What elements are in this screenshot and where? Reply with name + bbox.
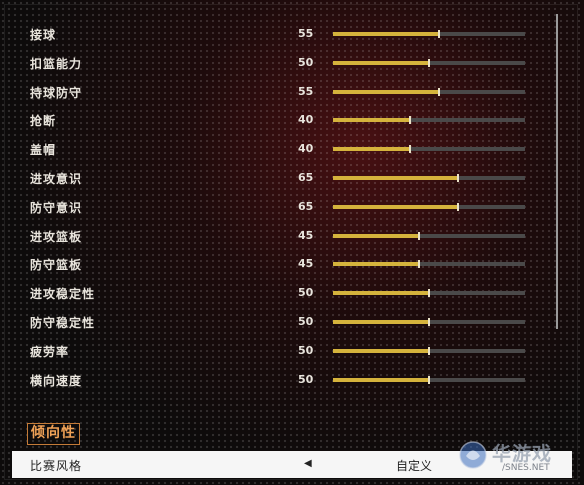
attribute-label: 持球防守 [30, 85, 83, 100]
slider-fill [333, 60, 429, 65]
attribute-label: 盖帽 [30, 143, 57, 158]
slider-handle[interactable] [456, 174, 459, 182]
attribute-label: 扣篮能力 [30, 56, 83, 71]
attribute-value: 50 [298, 343, 314, 357]
attribute-slider[interactable] [333, 346, 525, 355]
attribute-slider[interactable] [333, 87, 525, 96]
slider-handle[interactable] [456, 202, 459, 211]
scrollbar[interactable] [556, 14, 558, 329]
attribute-slider[interactable] [333, 318, 525, 326]
attribute-row[interactable]: 扣篮能力 50 [0, 51, 540, 75]
attribute-value: 65 [298, 199, 314, 213]
attribute-row[interactable]: 进攻意识 65 [0, 166, 540, 190]
attribute-label: 防守篮板 [30, 258, 83, 273]
slider-fill [333, 233, 420, 238]
slider-handle[interactable] [428, 58, 430, 67]
attribute-value: 40 [298, 113, 314, 127]
attribute-value: 50 [298, 286, 314, 300]
slider-handle[interactable] [428, 375, 430, 384]
attribute-label: 进攻稳定性 [30, 287, 96, 302]
attribute-row[interactable]: 抢断 40 [0, 108, 540, 132]
attribute-row[interactable]: 进攻稳定性 50 [0, 281, 540, 305]
attribute-value: 45 [298, 228, 314, 242]
attribute-row[interactable]: 持球防守 55 [0, 80, 540, 104]
attribute-row[interactable]: 横向速度 50 [0, 368, 540, 392]
attribute-slider[interactable] [333, 202, 525, 211]
attribute-value: 55 [298, 84, 314, 98]
settings-screen: 接球 55 扣篮能力 50 持球防守 55 抢断 40 盖帽 40 进攻意识 65 防守意识 65 进攻篮板… [0, 0, 584, 485]
attribute-label: 进攻篮板 [30, 229, 83, 244]
slider-fill [333, 377, 429, 382]
attribute-row[interactable]: 接球 55 [0, 22, 540, 46]
attribute-label: 防守意识 [30, 200, 83, 215]
attribute-row[interactable]: 盖帽 40 [0, 137, 540, 161]
play-style-value: 自定义 [396, 459, 433, 473]
attribute-label: 防守稳定性 [30, 316, 96, 330]
attribute-value: 40 [298, 142, 314, 156]
slider-fill [333, 147, 410, 152]
attribute-label: 横向速度 [30, 373, 83, 388]
play-style-label: 比赛风格 [30, 459, 83, 473]
slider-handle[interactable] [437, 30, 440, 38]
slider-fill [333, 262, 420, 267]
attribute-slider[interactable] [333, 231, 525, 240]
slider-fill [333, 204, 458, 209]
attribute-slider[interactable] [333, 375, 525, 384]
attribute-row[interactable]: 防守意识 65 [0, 195, 540, 219]
attribute-value: 65 [298, 171, 314, 184]
slider-fill [333, 320, 429, 324]
slider-handle[interactable] [418, 231, 421, 240]
attribute-slider[interactable] [333, 260, 525, 269]
attribute-label: 抢断 [30, 114, 57, 129]
attribute-slider[interactable] [333, 174, 525, 182]
slider-fill [333, 89, 439, 94]
attribute-row[interactable]: 进攻篮板 45 [0, 224, 540, 248]
attribute-label: 疲劳率 [30, 344, 70, 359]
attribute-value: 50 [298, 315, 314, 328]
attribute-slider[interactable] [333, 58, 525, 67]
attribute-value: 55 [298, 27, 314, 40]
slider-fill [333, 291, 429, 296]
slider-fill [333, 348, 429, 353]
left-arrow-icon[interactable]: ◀ [304, 458, 312, 469]
slider-fill [333, 32, 439, 36]
attribute-slider[interactable] [333, 145, 525, 154]
slider-handle[interactable] [437, 87, 440, 96]
attribute-slider[interactable] [333, 116, 525, 125]
slider-handle[interactable] [418, 260, 421, 269]
slider-handle[interactable] [428, 318, 430, 326]
slider-handle[interactable] [408, 145, 411, 154]
attribute-value: 50 [298, 372, 314, 386]
attribute-slider[interactable] [333, 30, 525, 38]
play-style-row[interactable]: 比赛风格 ◀ 自定义 [12, 451, 572, 478]
attribute-row[interactable]: 防守稳定性 50 [0, 310, 540, 334]
attribute-value: 50 [298, 55, 314, 69]
section-header-tendencies[interactable]: 倾向性 [27, 423, 80, 445]
attribute-label: 进攻意识 [30, 172, 83, 186]
slider-handle[interactable] [408, 116, 411, 125]
slider-fill [333, 118, 410, 123]
attribute-row[interactable]: 疲劳率 50 [0, 339, 540, 363]
slider-handle[interactable] [428, 289, 430, 298]
attribute-row[interactable]: 防守篮板 45 [0, 252, 540, 276]
attribute-value: 45 [298, 257, 314, 271]
slider-fill [333, 176, 458, 180]
attribute-label: 接球 [30, 28, 57, 42]
slider-handle[interactable] [428, 346, 430, 355]
attribute-slider[interactable] [333, 289, 525, 298]
